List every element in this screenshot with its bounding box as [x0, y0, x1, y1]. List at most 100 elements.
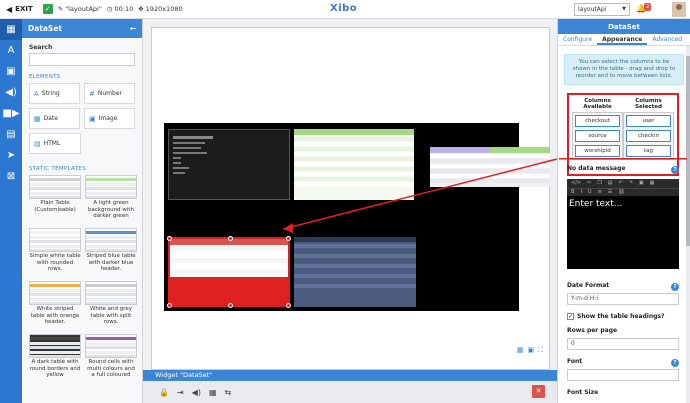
template-item[interactable]: A light green background with darker gre… [85, 175, 137, 225]
redo-icon[interactable]: ↷ [629, 180, 633, 187]
element-html[interactable]: ▤ HTML [29, 133, 81, 154]
widgets-icon[interactable]: ▦ [0, 19, 22, 40]
template-item[interactable]: White and grey table with split rows. [85, 281, 137, 331]
tab-appearance[interactable]: Appearance [597, 34, 648, 45]
cut-icon[interactable]: ✂ [587, 180, 591, 187]
element-string[interactable]: A String [29, 83, 80, 104]
template-item[interactable]: A dark table with round borders and yell… [29, 334, 81, 384]
template-name: A light green background with darker gre… [88, 200, 134, 219]
thumbnail-row [30, 293, 80, 296]
template-item[interactable]: Striped blue table with darker blue head… [85, 228, 137, 278]
tab-advanced[interactable]: Advanced [647, 34, 687, 45]
audio-icon[interactable]: ◀) [192, 388, 201, 397]
column-chip-user[interactable]: user [626, 115, 671, 127]
avatar[interactable] [672, 2, 686, 17]
annotation-arrow [282, 158, 558, 233]
font-label-text: Font [567, 358, 583, 365]
properties-header: DataSet [558, 19, 690, 34]
font-select[interactable] [567, 369, 679, 381]
elements-heading: ELEMENTS [29, 74, 61, 80]
delete-button[interactable]: ✕ [532, 385, 545, 398]
transition-icon[interactable]: ⇥ [177, 388, 184, 397]
underline-icon[interactable]: U [588, 189, 592, 196]
collapse-arrow-icon[interactable]: ← [130, 24, 136, 33]
italic-icon[interactable]: I [580, 189, 581, 196]
column-chip-checkin[interactable]: checkin [626, 130, 671, 142]
layout-name-label: ✎ "layoutApi" [58, 5, 102, 13]
thumbnail-row [86, 337, 136, 340]
table-icon[interactable]: ▦ [650, 180, 655, 187]
no-data-label-text: No data message [567, 165, 626, 172]
rows-per-page-input[interactable]: 0 [567, 338, 679, 350]
properties-scroll-thumb[interactable] [686, 56, 690, 246]
video-tool-icon[interactable]: ■▶ [0, 103, 22, 124]
tab-configure[interactable]: Configure [558, 34, 597, 45]
help-icon[interactable]: ? [671, 283, 679, 291]
column-chip-checkout[interactable]: checkout [575, 115, 620, 127]
exit-arrow-icon: ◀ [6, 4, 13, 14]
toolbox-title: DataSet [28, 24, 63, 33]
exit-button[interactable]: ◀ EXIT [0, 0, 39, 18]
list-icon[interactable]: ☰ [608, 189, 612, 196]
copy-icon[interactable]: ❐ [597, 180, 601, 187]
properties-scrollbar[interactable] [686, 46, 690, 403]
image-tool-icon[interactable]: ▣ [0, 61, 22, 82]
thumbnail-row [30, 178, 80, 181]
column-chip-source[interactable]: source [575, 130, 620, 142]
element-image[interactable]: ▣ Image [84, 108, 135, 129]
text-tool-icon[interactable]: A [0, 40, 22, 61]
template-item[interactable]: Plain Table (Customisable) [29, 175, 81, 225]
layout-duration: 00:10 [114, 5, 134, 13]
element-date[interactable]: ▦ Date [29, 108, 80, 129]
thumbnail-row [86, 231, 136, 234]
thumbnail-row [86, 196, 136, 198]
template-item[interactable]: Round cells with multi colours and a ful… [85, 334, 137, 384]
undo-icon[interactable]: ↶ [619, 180, 623, 187]
column-chip-worshipid[interactable]: worshipid [575, 145, 620, 157]
bold-icon[interactable]: B [571, 189, 574, 196]
show-headings-checkbox[interactable]: ✓ [567, 313, 574, 320]
element-number[interactable]: # Number [84, 83, 135, 104]
link-icon[interactable]: ⇆ [225, 388, 232, 397]
source-icon[interactable]: </> [571, 180, 581, 187]
layout-tool-icon[interactable]: ⊠ [0, 166, 22, 187]
link-icon[interactable]: ⛓ [618, 189, 624, 196]
column-chip-tag[interactable]: tag [626, 145, 671, 157]
template-item[interactable]: White striped table with orange header. [29, 281, 81, 331]
column-selector: Columns Available checkout source worshi… [567, 93, 679, 176]
template-thumbnail [29, 175, 81, 199]
calendar-icon[interactable]: ▦ [209, 388, 217, 397]
thumbnail-row [30, 191, 80, 195]
help-icon[interactable]: ? [671, 166, 679, 174]
layout-selector[interactable]: layoutApi ▼ [574, 3, 630, 16]
columns-info-message: You can select the columns to be shown i… [564, 54, 684, 85]
image-insert-icon[interactable]: ▣ [639, 180, 644, 187]
chevron-down-icon: ▼ [622, 6, 626, 12]
publish-check-icon[interactable]: ✓ [42, 4, 53, 14]
thumbnail-row [30, 288, 80, 292]
search-input[interactable] [29, 53, 135, 66]
widget-bar-name: "DataSet" [179, 371, 213, 379]
thumbnail-row [30, 244, 80, 248]
document-tool-icon[interactable]: ▤ [0, 124, 22, 145]
thumbnail-row [86, 240, 136, 243]
help-icon[interactable]: ? [671, 359, 679, 367]
paste-icon[interactable]: ▤ [608, 180, 613, 187]
thumbnail-row [30, 355, 80, 357]
lock-icon[interactable]: 🔒 [159, 388, 169, 397]
toolbox-rail: ▦ A ▣ ◀) ■▶ ▤ ➤ ⊠ [0, 19, 22, 403]
template-item[interactable]: Simple white table with rounded rows. [29, 228, 81, 278]
send-tool-icon[interactable]: ➤ [0, 145, 22, 166]
rows-per-page-label: Rows per page [567, 327, 618, 334]
properties-tabs: Configure Appearance Advanced ⊕ [558, 34, 690, 46]
properties-panel: DataSet Configure Appearance Advanced ⊕ … [557, 19, 690, 403]
date-format-input[interactable]: Y-m-d H:i [567, 293, 679, 305]
no-data-editor[interactable]: </> ✂ ❐ ▤ ↶ ↷ ▣ ▦ B I U ≡ ☰ ⛓ Enter text… [567, 179, 679, 269]
align-icon[interactable]: ≡ [598, 189, 602, 196]
duration-label: ◷ 00:10 [107, 5, 133, 13]
thumbnail-row [86, 288, 136, 292]
audio-tool-icon[interactable]: ◀) [0, 82, 22, 103]
thumbnail-row [30, 187, 80, 190]
thumbnail-row [86, 178, 136, 181]
template-name: Simple white table with rounded rows. [29, 253, 81, 272]
